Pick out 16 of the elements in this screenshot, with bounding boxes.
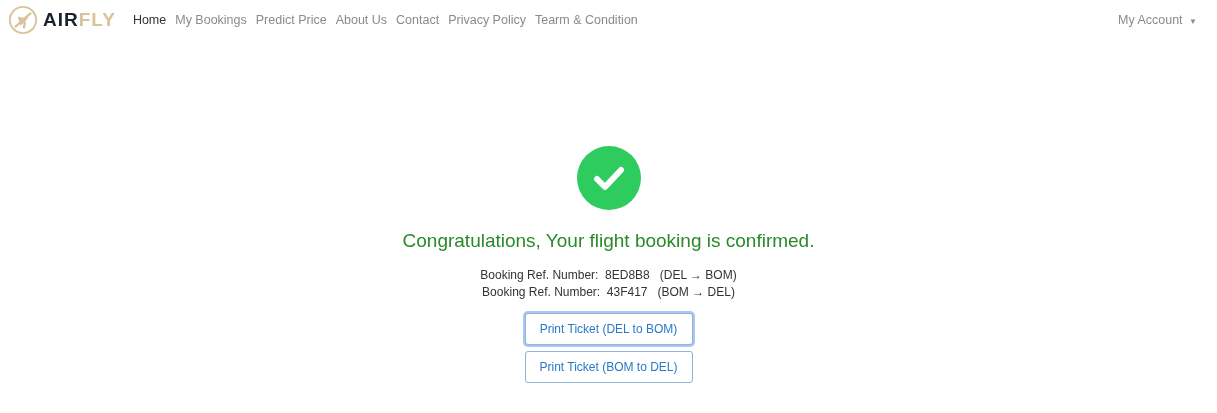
brand-logo[interactable]: AIRFLY: [43, 9, 116, 31]
confirmation-message: Congratulations, Your flight booking is confirmed.: [402, 230, 815, 252]
print-ticket-button[interactable]: Print Ticket (BOM to DEL): [524, 351, 693, 383]
print-ticket-button[interactable]: Print Ticket (DEL to BOM): [524, 313, 693, 345]
account-menu[interactable]: My Account ▼: [1118, 13, 1197, 27]
nav-link[interactable]: Predict Price: [255, 13, 327, 27]
nav-link[interactable]: Contact: [396, 13, 440, 27]
check-icon: [576, 146, 641, 210]
nav-link[interactable]: Home: [132, 13, 167, 27]
booking-reference: Booking Ref. Number: 8ED8B8 (DEL → BOM): [480, 268, 737, 282]
plane-logo-icon: [8, 5, 38, 35]
nav-link[interactable]: Tearm & Condition: [534, 13, 638, 27]
nav-link[interactable]: My Bookings: [175, 13, 247, 27]
nav-link[interactable]: Privacy Policy: [448, 13, 526, 27]
nav-link[interactable]: About Us: [335, 13, 388, 27]
booking-reference: Booking Ref. Number: 43F417 (BOM → DEL): [482, 285, 735, 299]
